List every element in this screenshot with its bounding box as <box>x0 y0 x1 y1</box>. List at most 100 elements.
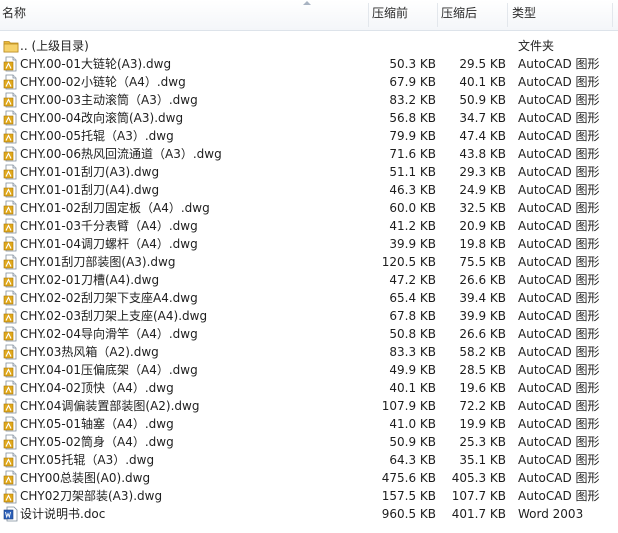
file-type: AutoCAD 图形 <box>518 381 600 395</box>
autocad-file-icon <box>3 380 19 396</box>
autocad-file-icon <box>3 362 19 378</box>
file-name: 设计说明书.doc <box>20 507 106 521</box>
file-compressed-size: 50.9 KB <box>389 435 436 449</box>
file-type: AutoCAD 图形 <box>518 183 600 197</box>
file-uncompressed-size: 405.3 KB <box>451 471 506 485</box>
file-compressed-size: 475.6 KB <box>381 471 436 485</box>
file-uncompressed-size: 26.6 KB <box>459 327 506 341</box>
file-name: CHY.02-04导向滑竿（A4）.dwg <box>20 327 198 341</box>
file-row[interactable]: CHY.01-02刮刀固定板（A4）.dwg 60.0 KB 32.5 KB Auto… <box>0 199 618 217</box>
file-compressed-size: 65.4 KB <box>389 291 436 305</box>
file-row[interactable]: CHY.00-01大链轮(A3).dwg 50.3 KB 29.5 KB AutoCA… <box>0 55 618 73</box>
file-uncompressed-size: 39.4 KB <box>459 291 506 305</box>
autocad-file-icon <box>3 74 19 90</box>
file-uncompressed-size: 19.8 KB <box>459 237 506 251</box>
autocad-file-icon <box>3 434 19 450</box>
file-row[interactable]: CHY.05托辊（A3）.dwg 64.3 KB 35.1 KB AutoCAD 图形 <box>0 451 618 469</box>
file-type: AutoCAD 图形 <box>518 309 600 323</box>
file-compressed-size: 56.8 KB <box>389 111 436 125</box>
file-name: CHY.01-02刮刀固定板（A4）.dwg <box>20 201 210 215</box>
file-row[interactable]: CHY.04-01压偏底架（A4）.dwg 49.9 KB 28.5 KB AutoC… <box>0 361 618 379</box>
file-row[interactable]: CHY.01刮刀部装图(A3).dwg 120.5 KB 75.5 KB AutoCA… <box>0 253 618 271</box>
file-uncompressed-size: 29.5 KB <box>459 57 506 71</box>
file-name: CHY.05托辊（A3）.dwg <box>20 453 155 467</box>
autocad-file-icon <box>3 488 19 504</box>
file-type: AutoCAD 图形 <box>518 273 600 287</box>
autocad-file-icon <box>3 200 19 216</box>
file-row[interactable]: CHY.00-03主动滚筒（A3）.dwg 83.2 KB 50.9 KB AutoC… <box>0 91 618 109</box>
file-row[interactable]: CHY.05-01轴塞（A4）.dwg 41.0 KB 19.9 KB AutoCAD… <box>0 415 618 433</box>
file-compressed-size: 120.5 KB <box>381 255 436 269</box>
autocad-file-icon <box>3 416 19 432</box>
column-divider[interactable] <box>507 3 508 27</box>
autocad-file-icon <box>3 470 19 486</box>
file-type: AutoCAD 图形 <box>518 453 600 467</box>
file-name: CHY.00-02小链轮（A4）.dwg <box>20 75 186 89</box>
file-row[interactable]: CHY.01-01刮刀(A4).dwg 46.3 KB 24.9 KB AutoCAD… <box>0 181 618 199</box>
file-row[interactable]: CHY.02-02刮刀架下支座A4.dwg 65.4 KB 39.4 KB AutoC… <box>0 289 618 307</box>
file-uncompressed-size: 39.9 KB <box>459 309 506 323</box>
file-compressed-size: 51.1 KB <box>389 165 436 179</box>
autocad-file-icon <box>3 254 19 270</box>
file-row[interactable]: CHY.01-01刮刀(A3).dwg 51.1 KB 29.3 KB AutoCAD… <box>0 163 618 181</box>
file-row[interactable]: CHY.01-03千分表臂（A4）.dwg 41.2 KB 20.9 KB AutoC… <box>0 217 618 235</box>
file-row[interactable]: CHY.03热风箱（A2).dwg 83.3 KB 58.2 KB AutoCAD 图… <box>0 343 618 361</box>
file-row[interactable]: CHY02刀架部装(A3).dwg 157.5 KB 107.7 KB AutoCAD… <box>0 487 618 505</box>
file-row[interactable]: CHY.00-04改向滚筒(A3).dwg 56.8 KB 34.7 KB AutoC… <box>0 109 618 127</box>
column-compressed-header[interactable]: 压缩前 <box>372 0 408 30</box>
autocad-file-icon <box>3 182 19 198</box>
file-row[interactable]: CHY.04调偏装置部装图(A2).dwg 107.9 KB 72.2 KB Auto… <box>0 397 618 415</box>
file-row[interactable]: CHY.02-03刮刀架上支座(A4).dwg 67.8 KB 39.9 KB Aut… <box>0 307 618 325</box>
file-type: 文件夹 <box>518 39 555 53</box>
file-row[interactable]: CHY.02-01刀槽(A4).dwg 47.2 KB 26.6 KB AutoCAD… <box>0 271 618 289</box>
file-name: CHY.02-01刀槽(A4).dwg <box>20 273 160 287</box>
file-row[interactable]: CHY.01-04调刀螺杆（A4）.dwg 39.9 KB 19.8 KB AutoC… <box>0 235 618 253</box>
file-row[interactable]: CHY.00-05托辊（A3）.dwg 79.9 KB 47.4 KB AutoCAD… <box>0 127 618 145</box>
file-type: AutoCAD 图形 <box>518 75 600 89</box>
file-uncompressed-size: 43.8 KB <box>459 147 506 161</box>
autocad-file-icon <box>3 308 19 324</box>
file-name: CHY.01-03千分表臂（A4）.dwg <box>20 219 198 233</box>
file-type: AutoCAD 图形 <box>518 399 600 413</box>
file-row[interactable]: 设计说明书.doc 960.5 KB 401.7 KB Word 2003 <box>0 505 618 523</box>
file-row[interactable]: CHY.02-04导向滑竿（A4）.dwg 50.8 KB 26.6 KB AutoC… <box>0 325 618 343</box>
column-type-header[interactable]: 类型 <box>512 0 536 30</box>
file-row[interactable]: CHY.00-06热风回流通道（A3）.dwg 71.6 KB 43.8 KB Aut… <box>0 145 618 163</box>
file-type: AutoCAD 图形 <box>518 165 600 179</box>
file-uncompressed-size: 72.2 KB <box>459 399 506 413</box>
file-type: AutoCAD 图形 <box>518 435 600 449</box>
file-type: AutoCAD 图形 <box>518 345 600 359</box>
file-row[interactable]: .. (上级目录) 文件夹 <box>0 37 618 55</box>
file-row[interactable]: CHY.04-02顶快（A4）.dwg 40.1 KB 19.6 KB AutoCAD… <box>0 379 618 397</box>
autocad-file-icon <box>3 326 19 342</box>
autocad-file-icon <box>3 398 19 414</box>
autocad-file-icon <box>3 56 19 72</box>
file-name: CHY.01刮刀部装图(A3).dwg <box>20 255 176 269</box>
autocad-file-icon <box>3 218 19 234</box>
file-row[interactable]: CHY00总装图(A0).dwg 475.6 KB 405.3 KB AutoCAD … <box>0 469 618 487</box>
column-uncompressed-header[interactable]: 压缩后 <box>441 0 477 30</box>
file-row[interactable]: CHY.05-02筒身（A4）.dwg 50.9 KB 25.3 KB AutoCAD… <box>0 433 618 451</box>
column-divider[interactable] <box>437 3 438 27</box>
file-compressed-size: 49.9 KB <box>389 363 436 377</box>
column-divider[interactable] <box>368 3 369 27</box>
column-divider[interactable] <box>612 3 613 27</box>
file-name: CHY.00-06热风回流通道（A3）.dwg <box>20 147 222 161</box>
file-compressed-size: 41.2 KB <box>389 219 436 233</box>
file-uncompressed-size: 24.9 KB <box>459 183 506 197</box>
file-name: CHY.00-03主动滚筒（A3）.dwg <box>20 93 198 107</box>
column-name-header[interactable]: 名称 <box>2 0 26 30</box>
file-row[interactable]: CHY.00-02小链轮（A4）.dwg 67.9 KB 40.1 KB AutoCA… <box>0 73 618 91</box>
file-uncompressed-size: 26.6 KB <box>459 273 506 287</box>
autocad-file-icon <box>3 92 19 108</box>
file-name: CHY.01-01刮刀(A4).dwg <box>20 183 160 197</box>
file-name: CHY.01-01刮刀(A3).dwg <box>20 165 160 179</box>
file-name: CHY.03热风箱（A2).dwg <box>20 345 159 359</box>
file-compressed-size: 46.3 KB <box>389 183 436 197</box>
file-compressed-size: 71.6 KB <box>389 147 436 161</box>
file-compressed-size: 83.3 KB <box>389 345 436 359</box>
file-uncompressed-size: 32.5 KB <box>459 201 506 215</box>
column-header: 名称 压缩前 压缩后 类型 <box>0 0 618 31</box>
file-compressed-size: 47.2 KB <box>389 273 436 287</box>
file-type: AutoCAD 图形 <box>518 471 600 485</box>
